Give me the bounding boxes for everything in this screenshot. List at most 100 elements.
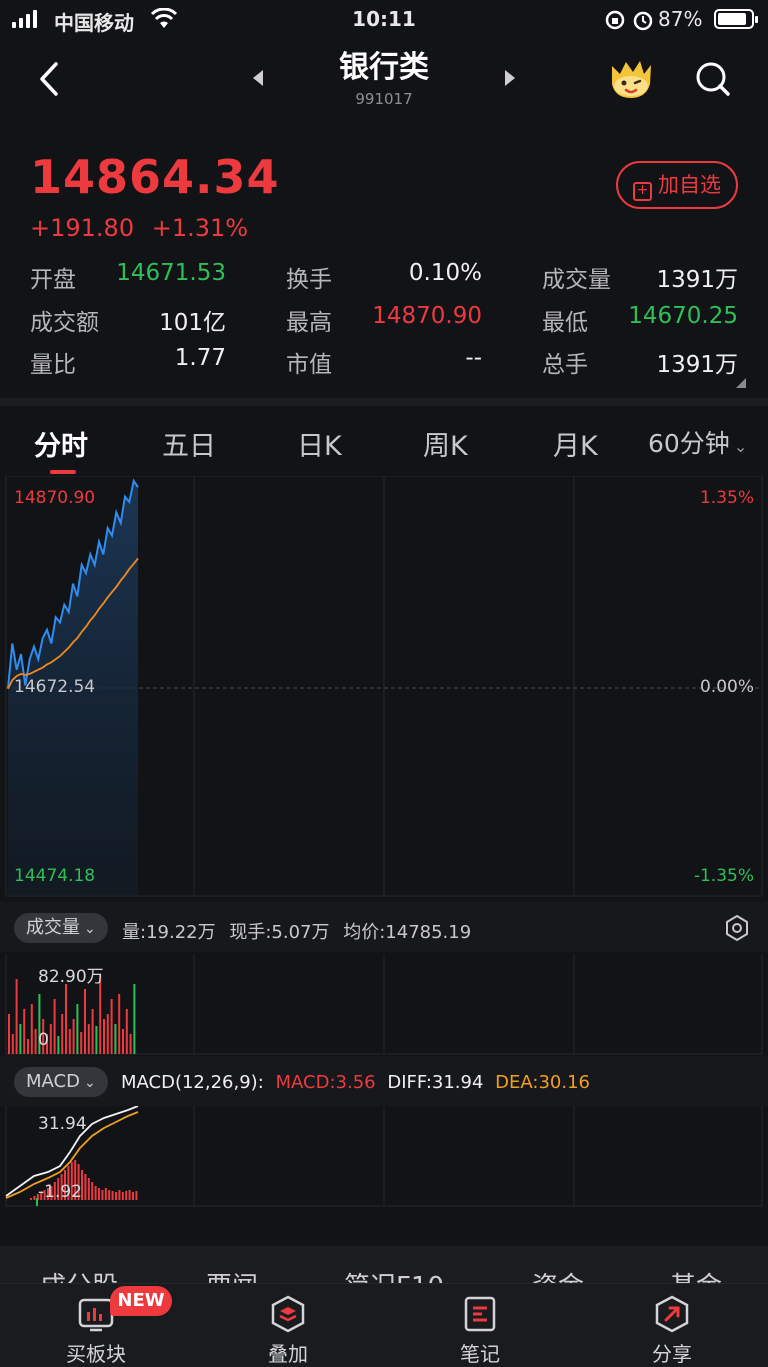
- macd-histogram-bar: [94, 1186, 97, 1200]
- expand-corner-icon[interactable]: [736, 378, 746, 388]
- macd-value: MACD:3.56: [275, 1072, 376, 1093]
- change-percent: +1.31%: [151, 214, 249, 242]
- pct-mid-label: 0.00%: [699, 677, 754, 697]
- stat-value-volume-ratio: 1.77: [174, 345, 226, 371]
- volume-bar: [122, 1029, 124, 1054]
- volume-bar: [11, 1034, 14, 1054]
- macd-histogram-bar: [121, 1192, 124, 1200]
- battery-icon: [714, 9, 758, 29]
- volume-bar: [129, 1034, 132, 1054]
- new-badge: NEW: [110, 1286, 172, 1316]
- volume-bar: [118, 994, 121, 1054]
- macd-histogram-bar: [115, 1192, 117, 1200]
- tab-five-day[interactable]: 五日: [162, 424, 216, 463]
- macd-stats: MACD(12,26,9): MACD:3.56 DIFF:31.94 DEA:…: [121, 1072, 590, 1093]
- volume-stats: 量:19.22万 现手:5.07万 均价:14785.19: [122, 918, 471, 944]
- info-tab-bar: 成分股 要闻 简况F10 资金 基金: [0, 1246, 768, 1286]
- price-change: +191.80 +1.31%: [30, 214, 248, 242]
- rotation-lock-icon: [605, 10, 625, 30]
- volume-bar: [68, 1029, 71, 1054]
- add-watchlist-label: 加自选: [658, 173, 721, 197]
- stat-value-turnover: 0.10%: [408, 260, 482, 286]
- volume-bar: [8, 1014, 10, 1054]
- notes-button[interactable]: 笔记: [420, 1284, 540, 1367]
- stat-label-high: 最高: [286, 310, 332, 336]
- volume-bar: [87, 1024, 90, 1054]
- macd-histogram-bar: [30, 1198, 32, 1200]
- volume-bar: [61, 1014, 64, 1054]
- volume-bar: [91, 1009, 94, 1054]
- tab-intraday[interactable]: 分时: [34, 424, 88, 463]
- search-icon[interactable]: [694, 60, 732, 98]
- stat-value-low: 14670.25: [628, 303, 738, 329]
- stat-value-high: 14870.90: [372, 303, 482, 329]
- stat-value-open: 14671.53: [116, 260, 226, 286]
- volume-qty: 量:19.22万: [122, 922, 216, 943]
- macd-histogram-bar: [125, 1191, 128, 1200]
- volume-bar: [53, 999, 56, 1054]
- stat-value-market-cap: --: [465, 345, 482, 371]
- volume-bar: [84, 989, 86, 1054]
- volume-current: 现手:5.07万: [229, 922, 330, 943]
- stat-label-volume-ratio: 量比: [30, 352, 76, 378]
- volume-selector[interactable]: 成交量 ⌄: [14, 913, 108, 943]
- pct-low-label: -1.35%: [693, 866, 754, 886]
- overlay-label: 叠加: [268, 1342, 308, 1366]
- volume-bar: [49, 1024, 52, 1054]
- overlay-button[interactable]: 叠加: [228, 1284, 348, 1367]
- mascot-icon[interactable]: [606, 56, 656, 100]
- volume-bar: [72, 1019, 75, 1054]
- macd-histogram-bar: [111, 1191, 114, 1200]
- intraday-chart[interactable]: [0, 476, 768, 1236]
- volume-max-label: 82.90万: [38, 967, 104, 987]
- macd-min-label: -1.92: [38, 1182, 82, 1202]
- diff-value: DIFF:31.94: [387, 1072, 484, 1093]
- notes-label: 笔记: [460, 1342, 500, 1366]
- volume-bar: [30, 1004, 33, 1054]
- stat-label-volume: 成交量: [542, 267, 611, 293]
- volume-bar: [57, 1036, 60, 1054]
- volume-bar: [125, 1009, 128, 1054]
- macd-histogram-bar: [132, 1192, 134, 1200]
- volume-bar: [27, 1039, 29, 1054]
- chevron-down-icon: ⌄: [733, 437, 748, 456]
- volume-bar: [15, 979, 18, 1054]
- macd-max-label: 31.94: [38, 1114, 87, 1134]
- tab-60min[interactable]: 60分钟 ⌄: [648, 424, 747, 460]
- macd-histogram-bar: [104, 1188, 107, 1200]
- stat-value-amount: 101亿: [159, 310, 226, 336]
- volume-bar: [80, 1032, 83, 1054]
- share-button[interactable]: 分享: [612, 1284, 732, 1367]
- volume-bar: [103, 1019, 105, 1054]
- change-value: +191.80: [30, 214, 135, 242]
- volume-bar: [114, 1024, 117, 1054]
- macd-selector-label: MACD: [26, 1071, 80, 1092]
- volume-bar: [34, 1029, 37, 1054]
- macd-histogram-bar: [98, 1188, 100, 1200]
- macd-histogram-bar: [87, 1178, 90, 1200]
- layers-icon: [271, 1295, 305, 1333]
- volume-bar: [19, 1024, 22, 1054]
- macd-selector[interactable]: MACD ⌄: [14, 1067, 108, 1097]
- tab-monthly-k[interactable]: 月K: [553, 424, 598, 463]
- tab-weekly-k[interactable]: 周K: [423, 424, 468, 463]
- active-tab-indicator: [50, 470, 76, 474]
- tab-daily-k[interactable]: 日K: [297, 424, 342, 463]
- alarm-icon: [633, 11, 653, 31]
- next-stock-icon[interactable]: [502, 68, 518, 88]
- volume-avg-price: 均价:14785.19: [343, 922, 472, 943]
- status-bar: 中国移动 10:11 87%: [0, 0, 768, 40]
- macd-histogram-bar: [108, 1190, 111, 1200]
- plus-square-icon: +: [633, 182, 652, 201]
- chevron-down-icon: ⌄: [84, 921, 96, 937]
- volume-bar: [106, 1014, 109, 1054]
- macd-params: MACD(12,26,9):: [121, 1072, 264, 1093]
- settings-hexagon-icon[interactable]: [724, 914, 750, 942]
- volume-bar: [133, 984, 136, 1054]
- macd-histogram-bar: [91, 1182, 94, 1200]
- stat-label-market-cap: 市值: [286, 352, 332, 378]
- share-label: 分享: [652, 1342, 692, 1366]
- add-watchlist-button[interactable]: + 加自选: [616, 161, 738, 209]
- macd-histogram-bar: [101, 1190, 104, 1200]
- stat-value-total-lots: 1391万: [656, 352, 738, 378]
